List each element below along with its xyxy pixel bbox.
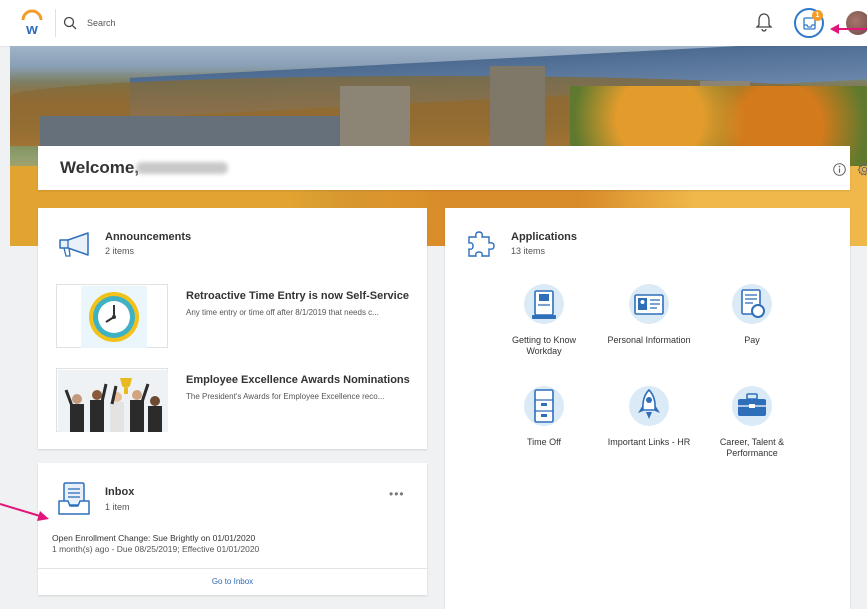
app-time-off[interactable]: Time Off [499,386,589,448]
info-icon[interactable] [833,163,846,176]
id-card-icon [524,284,564,324]
applications-title: Applications [511,231,578,243]
announcement-thumbnail [56,284,168,348]
notification-count-badge: 1 [812,10,823,21]
divider [38,568,427,569]
app-label: Pay [744,335,760,345]
applications-count: 13 items [511,246,546,256]
app-career-talent-performance[interactable]: Career, Talent & Performance [707,386,797,459]
announcement-description: The President's Awards for Employee Exce… [186,392,385,401]
settings-gear-icon[interactable] [857,162,867,177]
welcome-heading: Welcome, [60,158,140,177]
announcement-item[interactable]: Employee Excellence Awards Nominations T… [56,368,416,433]
announcements-card: Announcements 2 items Retroactive Time E… [38,208,427,449]
announcement-thumbnail [56,368,168,432]
notifications-bell-icon[interactable] [755,12,773,32]
inbox-title: Inbox [105,486,135,498]
app-getting-to-know-workday[interactable]: Getting to Know Workday [499,284,589,357]
app-pay[interactable]: Pay [707,284,797,346]
profile-card-icon [629,284,669,324]
inbox-count: 1 item [105,502,130,512]
more-options-icon[interactable]: ••• [389,487,405,501]
top-bar: w Search 1 [0,0,867,47]
app-label: Getting to Know Workday [511,335,577,356]
inbox-task-meta: 1 month(s) ago - Due 08/25/2019; Effecti… [52,544,260,554]
search-placeholder: Search [87,18,116,28]
inbox-tray-icon [58,482,90,515]
inbox-card: Inbox 1 item ••• Open Enrollment Change:… [38,463,427,595]
welcome-bar: Welcome, [38,146,867,190]
app-label: Career, Talent & Performance [719,437,785,458]
app-important-links-hr[interactable]: Important Links - HR [604,386,694,448]
announcement-item[interactable]: Retroactive Time Entry is now Self-Servi… [56,284,416,349]
app-label: Important Links - HR [607,437,691,447]
applications-card: Applications 13 items Getting to Know Wo… [445,208,850,609]
app-personal-information[interactable]: Personal Information [604,284,694,346]
pay-document-icon [732,284,772,324]
blurred-user-name [136,162,228,174]
search-input[interactable]: Search [63,12,203,34]
rocket-icon [629,386,669,426]
announcement-title: Employee Excellence Awards Nominations [186,374,410,386]
announcements-count: 2 items [105,246,135,256]
search-icon [63,16,77,30]
clock-icon [81,286,147,348]
go-to-inbox-link[interactable]: Go to Inbox [38,577,427,586]
celebrating-team-image [58,370,168,432]
megaphone-icon [59,232,89,257]
puzzle-piece-icon [468,231,495,257]
announcement-description: Any time entry or time off after 8/1/201… [186,308,379,317]
announcements-title: Announcements [105,231,192,243]
divider [55,9,56,37]
briefcase-icon [732,386,772,426]
app-label: Personal Information [607,335,691,345]
workday-logo[interactable]: w [18,9,46,37]
annotation-arrow-icon [830,24,867,34]
app-label: Time Off [526,437,561,447]
svg-text:w: w [25,21,38,37]
announcement-title: Retroactive Time Entry is now Self-Servi… [186,290,409,302]
file-cabinet-icon [524,386,564,426]
annotation-arrow-icon [0,503,49,521]
inbox-task-title[interactable]: Open Enrollment Change: Sue Brightly on … [52,533,255,543]
